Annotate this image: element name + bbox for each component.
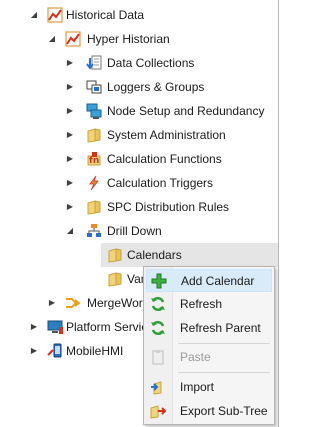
menu-item-export-subtree[interactable]: Export Sub-Tree xyxy=(146,400,272,423)
menu-separator xyxy=(178,343,270,344)
calculation-functions-icon: fn xyxy=(86,151,102,167)
expand-arrow-icon[interactable]: ▶ xyxy=(29,315,39,339)
tree-label: MergeWor xyxy=(87,296,143,310)
menu-item-paste[interactable]: Paste xyxy=(146,346,272,369)
svg-text:fn: fn xyxy=(89,156,99,166)
folder-icon xyxy=(86,127,102,143)
menu-item-label: Export Sub-Tree xyxy=(180,404,268,418)
import-icon xyxy=(150,379,166,395)
context-menu: Add Calendar Refresh Refresh Parent Past… xyxy=(143,266,275,425)
platform-monitor-icon xyxy=(47,319,63,335)
expand-arrow-icon[interactable]: ▶ xyxy=(65,51,75,75)
mobile-device-icon xyxy=(47,343,63,359)
menu-item-refresh-parent[interactable]: Refresh Parent xyxy=(146,317,272,340)
tree-node-drill-down[interactable]: ◢ Drill Down xyxy=(0,219,278,243)
tree-node-loggers-groups[interactable]: ▶ Loggers & Groups xyxy=(0,75,278,99)
network-nodes-icon xyxy=(86,103,102,119)
tree-node-hyper-historian[interactable]: ◢ Hyper Historian xyxy=(0,27,278,51)
data-collection-icon xyxy=(86,55,102,71)
tree-node-calendars[interactable]: Calendars xyxy=(101,243,278,267)
add-plus-icon xyxy=(151,273,167,289)
tree-label: Platform Servic xyxy=(66,320,148,334)
tree-label: Calculation Triggers xyxy=(107,176,214,190)
tree-label: Loggers & Groups xyxy=(107,80,205,94)
menu-item-label: Import xyxy=(180,380,215,394)
collapse-arrow-icon[interactable]: ◢ xyxy=(29,3,39,27)
expand-arrow-icon[interactable]: ▶ xyxy=(65,195,75,219)
expand-arrow-icon[interactable]: ▶ xyxy=(47,291,57,315)
expand-arrow-icon[interactable]: ▶ xyxy=(65,147,75,171)
tree-label: System Administration xyxy=(107,128,226,142)
expand-arrow-icon[interactable]: ▶ xyxy=(65,75,75,99)
tree-label: Drill Down xyxy=(107,224,162,238)
tree-label: Historical Data xyxy=(66,8,145,22)
drill-down-hierarchy-icon xyxy=(86,223,102,239)
menu-item-refresh[interactable]: Refresh xyxy=(146,293,272,316)
menu-item-add-calendar[interactable]: Add Calendar xyxy=(146,269,272,292)
tree-node-mobilehmi[interactable]: ▶ MobileHMI xyxy=(0,339,143,363)
folder-icon xyxy=(86,199,102,215)
menu-item-import[interactable]: Import xyxy=(146,376,272,399)
tree-node-historical-data[interactable]: ◢ Historical Data xyxy=(0,3,278,27)
export-icon xyxy=(150,403,167,419)
expand-arrow-icon[interactable]: ▶ xyxy=(65,99,75,123)
tree-label: Node Setup and Redundancy xyxy=(107,104,265,118)
tree-node-calculation-triggers[interactable]: ▶ Calculation Triggers xyxy=(0,171,278,195)
tree-node-data-collections[interactable]: ▶ Data Collections xyxy=(0,51,278,75)
tree-label: Calendars xyxy=(127,248,182,262)
refresh-icon xyxy=(150,296,166,312)
expand-arrow-icon[interactable]: ▶ xyxy=(29,339,39,363)
paste-clipboard-icon xyxy=(150,349,166,365)
expand-arrow-icon[interactable]: ▶ xyxy=(65,171,75,195)
collapse-arrow-icon[interactable]: ◢ xyxy=(47,27,57,51)
menu-item-label: Refresh Parent xyxy=(180,321,261,335)
tree-label: Data Collections xyxy=(107,56,195,70)
tree-node-spc-distribution-rules[interactable]: ▶ SPC Distribution Rules xyxy=(0,195,278,219)
refresh-parent-icon xyxy=(150,320,166,336)
menu-separator xyxy=(178,372,270,373)
expand-arrow-icon[interactable]: ▶ xyxy=(65,123,75,147)
folder-icon xyxy=(107,247,123,263)
tree-node-system-administration[interactable]: ▶ System Administration xyxy=(0,123,278,147)
historian-chart-icon xyxy=(65,31,81,47)
tree-node-calculation-functions[interactable]: ▶ fn Calculation Functions xyxy=(0,147,278,171)
panel-border xyxy=(278,0,281,427)
tree-label: Hyper Historian xyxy=(87,32,170,46)
tree-label: SPC Distribution Rules xyxy=(107,200,230,214)
tree-label: MobileHMI xyxy=(66,344,124,358)
tree-node-platform-services[interactable]: ▶ Platform Servic xyxy=(0,315,147,339)
tree-node-node-setup[interactable]: ▶ Node Setup and Redundancy xyxy=(0,99,278,123)
menu-item-label: Paste xyxy=(180,350,211,364)
tree-node-variables[interactable]: Var xyxy=(0,267,145,291)
tree-node-mergeworx[interactable]: ▶ MergeWor xyxy=(0,291,143,315)
merge-arrows-icon xyxy=(65,295,81,311)
tree-label: Calculation Functions xyxy=(107,152,222,166)
folder-icon xyxy=(107,271,123,287)
lightning-trigger-icon xyxy=(86,175,102,191)
menu-item-label: Refresh xyxy=(180,297,223,311)
loggers-groups-icon xyxy=(86,79,102,95)
historian-chart-icon xyxy=(47,7,63,23)
collapse-arrow-icon[interactable]: ◢ xyxy=(65,219,75,243)
menu-item-label: Add Calendar xyxy=(181,274,255,288)
